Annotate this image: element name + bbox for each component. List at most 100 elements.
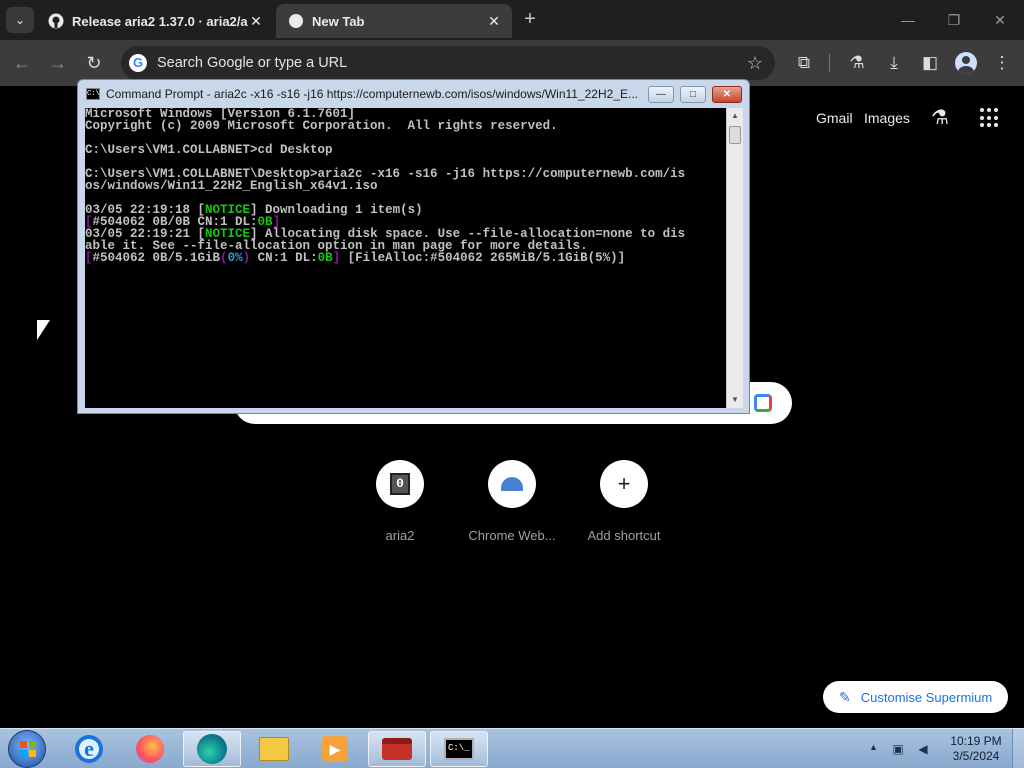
menu-kebab-icon[interactable]: ⋮ bbox=[990, 51, 1014, 75]
taskbar-media-player[interactable]: ▶ bbox=[306, 731, 364, 767]
labs-flask-icon[interactable]: ⚗ bbox=[931, 105, 949, 130]
apps-grid-icon[interactable] bbox=[980, 108, 1000, 128]
console-text: C:\Users\VM1.COLLABNET>cd Desktop bbox=[85, 143, 333, 157]
window-minimize-button[interactable]: — bbox=[888, 6, 928, 34]
tray-expand-icon[interactable]: ▲ bbox=[869, 742, 878, 752]
shortcut-label: Add shortcut bbox=[587, 528, 661, 543]
start-button[interactable] bbox=[8, 730, 46, 768]
download-icon[interactable]: ⤓ bbox=[882, 51, 906, 75]
google-lens-icon[interactable] bbox=[754, 394, 772, 412]
taskbar-toolbox[interactable] bbox=[368, 731, 426, 767]
toolbar-divider bbox=[829, 54, 830, 72]
console-line: [#504062 0B/5.1GiB(0%) CN:1 DL:0B] [File… bbox=[85, 251, 726, 265]
console-text: ] bbox=[332, 251, 341, 265]
tab-new-tab[interactable]: New Tab ✕ bbox=[276, 4, 512, 38]
command-prompt-window[interactable]: C:\ Command Prompt - aria2c -x16 -s16 -j… bbox=[77, 79, 750, 414]
console-text: #504062 0B/5.1GiB bbox=[92, 251, 221, 265]
console-text: Copyright (c) 2009 Microsoft Corporation… bbox=[85, 119, 558, 133]
tab-title: Release aria2 1.37.0 · aria2/aria bbox=[72, 13, 248, 29]
scroll-thumb[interactable] bbox=[729, 126, 741, 144]
console-line: os/windows/Win11_22H2_English_x64v1.iso bbox=[85, 179, 726, 193]
cmd-console-output[interactable]: Microsoft Windows [Version 6.1.7601] Copy… bbox=[85, 108, 726, 408]
shortcut-chrome-web-store[interactable]: Chrome Web... bbox=[457, 460, 567, 543]
console-line: C:\Users\VM1.COLLABNET>cd Desktop bbox=[85, 143, 726, 157]
clock-date: 3/5/2024 bbox=[952, 749, 1000, 763]
clock-time: 10:19 PM bbox=[950, 734, 1002, 748]
scroll-down-icon[interactable]: ▼ bbox=[727, 392, 743, 408]
customise-label: Customise Supermium bbox=[860, 689, 993, 705]
scroll-up-icon[interactable]: ▲ bbox=[727, 108, 743, 124]
github-icon bbox=[48, 13, 64, 29]
console-text: ( bbox=[220, 251, 228, 265]
cmd-minimize-button[interactable]: — bbox=[648, 86, 674, 103]
taskbar-command-prompt[interactable]: C:\_ bbox=[430, 731, 488, 767]
new-tab-button[interactable]: + bbox=[518, 8, 542, 32]
mouse-cursor-icon bbox=[37, 320, 50, 340]
tab-close-icon[interactable]: ✕ bbox=[486, 13, 502, 29]
back-icon[interactable]: ← bbox=[10, 51, 34, 75]
side-panel-icon[interactable]: ◧ bbox=[918, 51, 942, 75]
taskbar-edge[interactable] bbox=[183, 731, 241, 767]
volume-muted-icon[interactable]: ◀ bbox=[915, 741, 931, 757]
taskbar-file-explorer[interactable] bbox=[245, 731, 303, 767]
cmd-title-bar[interactable]: C:\ Command Prompt - aria2c -x16 -s16 -j… bbox=[78, 80, 749, 108]
internet-explorer-icon: e bbox=[75, 735, 103, 763]
shortcut-label: aria2 bbox=[385, 528, 415, 543]
media-player-icon: ▶ bbox=[322, 736, 348, 762]
edge-icon bbox=[197, 734, 227, 764]
system-clock[interactable]: 10:19 PM 3/5/2024 bbox=[944, 734, 1008, 764]
pencil-icon: ✎ bbox=[839, 688, 851, 705]
console-text: CN:1 DL: bbox=[250, 251, 318, 265]
shortcut-add[interactable]: + Add shortcut bbox=[569, 460, 679, 543]
images-link[interactable]: Images bbox=[864, 110, 910, 126]
folder-icon bbox=[259, 737, 289, 761]
profile-avatar[interactable] bbox=[955, 52, 977, 74]
gmail-link[interactable]: Gmail bbox=[816, 110, 853, 126]
tab-strip: ⌄ Release aria2 1.37.0 · aria2/aria ✕ Ne… bbox=[0, 0, 1024, 40]
console-text: 0B bbox=[317, 251, 333, 265]
toolbox-icon bbox=[382, 738, 412, 760]
omnibox[interactable]: G Search Google or type a URL ☆ bbox=[121, 46, 775, 80]
shortcut-label: Chrome Web... bbox=[468, 528, 556, 543]
show-desktop-button[interactable] bbox=[1012, 729, 1024, 768]
chrome-web-store-icon bbox=[501, 477, 523, 491]
omnibox-placeholder: Search Google or type a URL bbox=[157, 55, 348, 71]
shortcut-aria2[interactable]: 0 aria2 bbox=[345, 460, 455, 543]
google-icon: G bbox=[129, 54, 147, 72]
aria2-icon: 0 bbox=[390, 473, 410, 495]
console-text: os/windows/Win11_22H2_English_x64v1.iso bbox=[85, 179, 378, 193]
screen: ⌄ Release aria2 1.37.0 · aria2/aria ✕ Ne… bbox=[0, 0, 1024, 768]
cmd-maximize-button[interactable]: □ bbox=[680, 86, 706, 103]
tab-search-button[interactable]: ⌄ bbox=[6, 7, 34, 33]
cmd-app-icon: C:\ bbox=[86, 88, 100, 100]
console-line: Copyright (c) 2009 Microsoft Corporation… bbox=[85, 119, 726, 133]
reload-icon[interactable]: ↻ bbox=[82, 51, 106, 75]
tab-title: New Tab bbox=[312, 13, 365, 29]
tab-close-icon[interactable]: ✕ bbox=[248, 13, 264, 29]
console-text: ) bbox=[242, 251, 251, 265]
firefox-icon bbox=[136, 735, 164, 763]
console-text: 0% bbox=[227, 251, 243, 265]
console-text: [ bbox=[85, 251, 93, 265]
window-close-button[interactable]: ✕ bbox=[980, 6, 1020, 34]
command-prompt-icon: C:\_ bbox=[444, 738, 474, 760]
extensions-icon[interactable]: ⧉ bbox=[792, 51, 816, 75]
windows-logo-icon bbox=[20, 741, 36, 757]
plus-icon: + bbox=[617, 471, 631, 496]
bookmark-star-icon[interactable]: ☆ bbox=[747, 53, 763, 74]
taskbar-firefox[interactable] bbox=[121, 731, 179, 767]
console-text: [FileAlloc:#504062 265MiB/5.1GiB(5%)] bbox=[340, 251, 626, 265]
tab-aria2-release[interactable]: Release aria2 1.37.0 · aria2/aria ✕ bbox=[36, 4, 274, 38]
customise-button[interactable]: ✎ Customise Supermium bbox=[823, 681, 1008, 713]
labs-icon[interactable]: ⚗ bbox=[845, 51, 869, 75]
taskbar-internet-explorer[interactable]: e bbox=[60, 731, 118, 767]
taskbar: e ▶ C:\_ ▲ ▣ ◀ 10:19 PM 3/5/2024 bbox=[0, 728, 1024, 768]
forward-icon[interactable]: → bbox=[46, 51, 70, 75]
chevron-down-icon: ⌄ bbox=[14, 13, 26, 27]
cmd-close-button[interactable]: ✕ bbox=[712, 86, 742, 103]
globe-icon bbox=[289, 14, 303, 28]
window-restore-button[interactable]: ❐ bbox=[934, 6, 974, 34]
cmd-title-text: Command Prompt - aria2c -x16 -s16 -j16 h… bbox=[106, 87, 639, 101]
cmd-scrollbar[interactable]: ▲ ▼ bbox=[726, 108, 743, 408]
network-icon[interactable]: ▣ bbox=[890, 741, 906, 757]
